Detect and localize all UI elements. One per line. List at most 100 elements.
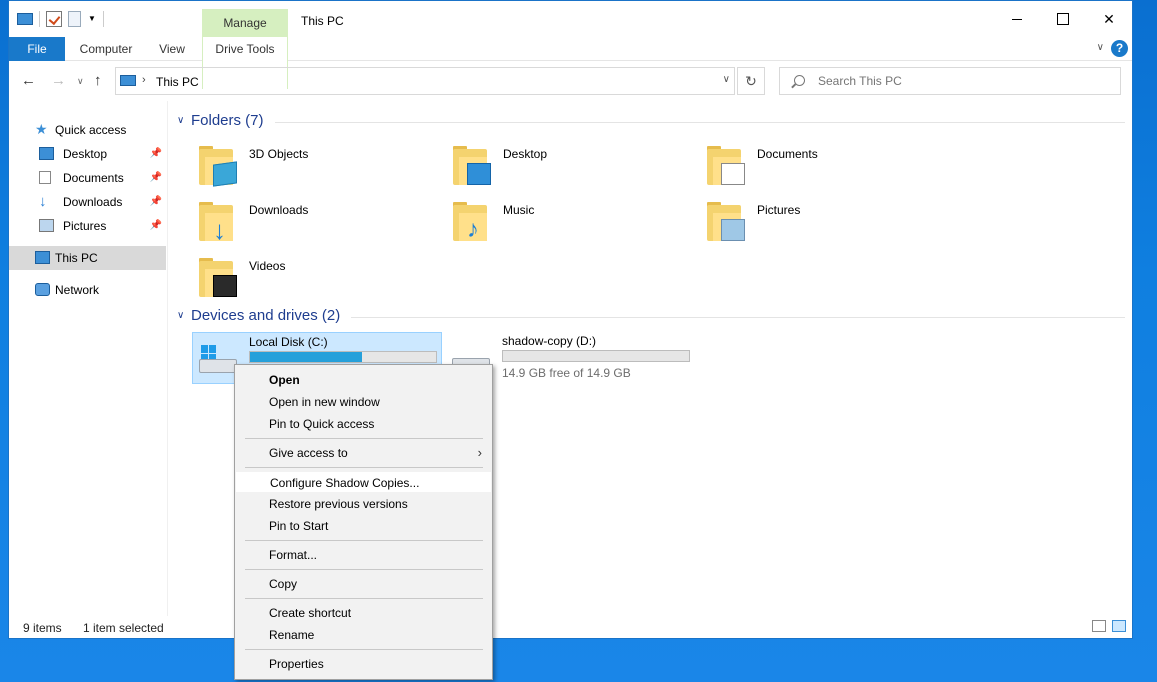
selection-count: 1 item selected (83, 621, 164, 635)
folder-desktop[interactable]: Desktop (429, 141, 679, 191)
submenu-arrow-icon: › (477, 445, 482, 460)
hard-drive-icon (199, 343, 239, 377)
desktop-icon (39, 147, 54, 160)
folder-icon: ↓ (199, 202, 239, 243)
close-button[interactable]: ✕ (1086, 1, 1132, 37)
address-bar[interactable]: › This PC ∨ (115, 67, 735, 95)
group-title: Folders (7) (191, 112, 264, 129)
status-bar: 9 items 1 item selected (9, 616, 1132, 638)
search-icon (794, 75, 805, 86)
new-folder-icon[interactable] (68, 11, 81, 27)
folder-icon (707, 146, 747, 187)
collapse-chevron-icon[interactable]: ∨ (177, 310, 184, 321)
address-dropdown-chevron-icon[interactable]: ∨ (723, 74, 730, 85)
documents-icon (721, 163, 745, 185)
film-strip-icon (213, 275, 237, 297)
tab-view[interactable]: View (149, 37, 195, 61)
nav-item-label: Downloads (63, 195, 123, 209)
nav-item-label: Pictures (63, 219, 107, 233)
group-header-folders[interactable]: ∨ Folders (7) (175, 111, 1125, 133)
up-arrow-icon[interactable]: ↑ (94, 72, 102, 89)
group-header-devices[interactable]: ∨ Devices and drives (2) (175, 306, 1125, 328)
forward-arrow-icon[interactable]: → (51, 72, 66, 89)
nav-item-this-pc[interactable]: This PC (9, 246, 166, 270)
title-bar: ▼ Manage This PC ✕ (9, 1, 1132, 37)
folder-name: Videos (249, 259, 286, 273)
documents-icon (39, 171, 51, 184)
folder-3d-objects[interactable]: 3D Objects (175, 141, 425, 191)
downloads-icon: ↓ (39, 193, 47, 210)
nav-item-quick-access[interactable]: ★ Quick access (9, 118, 166, 142)
collapse-chevron-icon[interactable]: ∨ (177, 115, 184, 126)
menu-item-pin-to-start[interactable]: Pin to Start (235, 515, 492, 537)
pictures-icon (39, 219, 54, 232)
pane-splitter[interactable] (167, 101, 168, 616)
back-arrow-icon[interactable]: ← (21, 72, 36, 89)
menu-item-copy[interactable]: Copy (235, 573, 492, 595)
menu-separator (245, 467, 483, 468)
tab-computer[interactable]: Computer (71, 37, 141, 61)
nav-item-label: Desktop (63, 147, 108, 161)
window-title: This PC (301, 14, 344, 28)
drive-usage-bar (249, 351, 437, 363)
help-icon[interactable]: ? (1111, 40, 1128, 57)
menu-item-properties[interactable]: Properties (235, 653, 492, 675)
details-view-icon[interactable] (1092, 620, 1106, 632)
menu-item-rename[interactable]: Rename (235, 624, 492, 646)
group-title: Devices and drives (2) (191, 307, 341, 324)
folder-name: 3D Objects (249, 147, 309, 161)
maximize-button[interactable] (1040, 1, 1086, 37)
item-count: 9 items (23, 621, 62, 635)
nav-item-network[interactable]: Network (9, 278, 166, 302)
tab-file[interactable]: File (9, 37, 65, 61)
recent-locations-chevron-icon[interactable]: ∨ (77, 76, 84, 87)
toolbar-separator (39, 11, 40, 27)
menu-separator (245, 438, 483, 439)
window-controls: ✕ (994, 1, 1132, 37)
folder-music[interactable]: ♪ Music (429, 197, 679, 247)
breadcrumb-chevron-icon[interactable]: › (142, 74, 146, 86)
menu-separator (245, 598, 483, 599)
minimize-button[interactable] (994, 1, 1040, 37)
menu-item-create-shortcut[interactable]: Create shortcut (235, 602, 492, 624)
nav-item-pictures[interactable]: Pictures 📌 (9, 214, 166, 238)
menu-item-format[interactable]: Format... (235, 544, 492, 566)
menu-item-give-access[interactable]: Give access to › (235, 442, 492, 464)
refresh-button[interactable]: ↻ (737, 67, 765, 95)
nav-item-downloads[interactable]: ↓ Downloads 📌 (9, 190, 166, 214)
nav-item-desktop[interactable]: Desktop 📌 (9, 142, 166, 166)
pin-icon: 📌 (149, 220, 162, 231)
large-icons-view-icon[interactable] (1112, 620, 1126, 632)
customize-toolbar-chevron-icon[interactable]: ▼ (87, 11, 97, 27)
properties-icon[interactable] (46, 11, 62, 27)
pin-icon: 📌 (149, 196, 162, 207)
menu-item-open[interactable]: Open (235, 369, 492, 391)
nav-item-documents[interactable]: Documents 📌 (9, 166, 166, 190)
folder-pictures[interactable]: Pictures (683, 197, 933, 247)
search-input[interactable] (818, 73, 1108, 89)
ribbon-tabs: File Computer View Drive Tools ∨ ? (9, 37, 1132, 89)
manage-context-tab[interactable]: Manage (202, 9, 288, 37)
breadcrumb[interactable]: This PC (156, 75, 199, 89)
menu-item-open-new-window[interactable]: Open in new window (235, 391, 492, 413)
group-divider (275, 122, 1125, 123)
folder-documents[interactable]: Documents (683, 141, 933, 191)
search-box[interactable] (779, 67, 1121, 95)
folder-name: Music (503, 203, 535, 217)
drive-name: Local Disk (C:) (249, 335, 328, 349)
folder-icon (199, 258, 239, 299)
pin-icon: 📌 (149, 148, 162, 159)
folder-downloads[interactable]: ↓ Downloads (175, 197, 425, 247)
this-pc-icon[interactable] (17, 13, 33, 25)
menu-item-configure-shadow-copies[interactable]: Configure Shadow Copies... (235, 471, 492, 493)
menu-separator (245, 649, 483, 650)
3d-cube-icon (213, 161, 237, 187)
nav-item-label: Network (55, 283, 100, 297)
expand-ribbon-chevron-icon[interactable]: ∨ (1097, 42, 1104, 53)
menu-item-pin-quick-access[interactable]: Pin to Quick access (235, 413, 492, 435)
drive-free-space: 14.9 GB free of 14.9 GB (502, 366, 631, 380)
this-pc-icon (120, 75, 136, 86)
pin-icon: 📌 (149, 172, 162, 183)
menu-item-restore-previous-versions[interactable]: Restore previous versions (235, 493, 492, 515)
folder-videos[interactable]: Videos (175, 253, 425, 303)
